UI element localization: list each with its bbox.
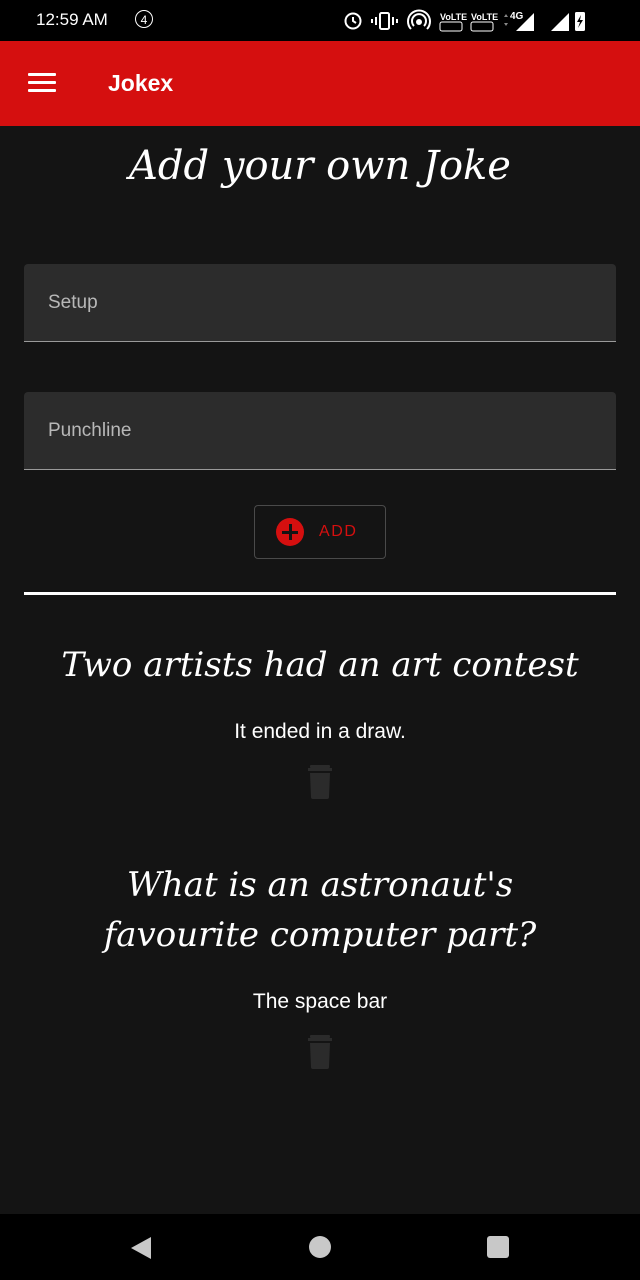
trash-icon[interactable] <box>307 764 333 799</box>
hotspot-icon <box>407 9 431 30</box>
app-bar: Jokex <box>0 41 640 126</box>
plus-circle-icon <box>276 518 304 546</box>
status-bar: 12:59 AM 4 VoLTE VoLTE 4G <box>0 0 640 41</box>
joke-punchline: The space bar <box>252 990 388 1013</box>
volte-icon-1: VoLTE <box>439 12 467 32</box>
hamburger-menu-icon[interactable] <box>28 73 56 93</box>
setup-input[interactable] <box>24 264 616 341</box>
joke-setup: Two artists had an art contest <box>61 645 579 685</box>
page-title: Add your own Joke <box>129 143 511 189</box>
notification-count-badge: 4 <box>135 10 153 28</box>
back-triangle-icon[interactable] <box>130 1236 152 1260</box>
volte-icon-2: VoLTE <box>470 12 498 32</box>
svg-text:VoLTE: VoLTE <box>440 12 467 22</box>
setup-field[interactable] <box>24 264 616 342</box>
signal-4g-icon: 4G <box>504 11 534 31</box>
joke-setup: What is an astronaut's favourite compute… <box>103 865 537 955</box>
add-button-label: ADD <box>319 523 358 540</box>
signal-icon <box>551 13 569 31</box>
divider <box>24 592 616 595</box>
punchline-field[interactable] <box>24 392 616 470</box>
svg-text:VoLTE: VoLTE <box>471 12 498 22</box>
battery-charging-icon <box>575 12 585 31</box>
home-circle-icon[interactable] <box>309 1236 331 1258</box>
app-title: Jokex <box>108 70 174 96</box>
vibrate-icon <box>371 12 398 30</box>
svg-text:4G: 4G <box>510 11 524 22</box>
alarm-icon <box>344 12 362 30</box>
add-button[interactable]: ADD <box>254 505 386 559</box>
status-icons: VoLTE VoLTE 4G <box>344 9 604 33</box>
joke-punchline: It ended in a draw. <box>234 720 406 743</box>
recents-square-icon[interactable] <box>487 1236 509 1258</box>
trash-icon[interactable] <box>307 1034 333 1069</box>
punchline-input[interactable] <box>24 392 616 469</box>
status-time: 12:59 AM <box>36 10 108 29</box>
